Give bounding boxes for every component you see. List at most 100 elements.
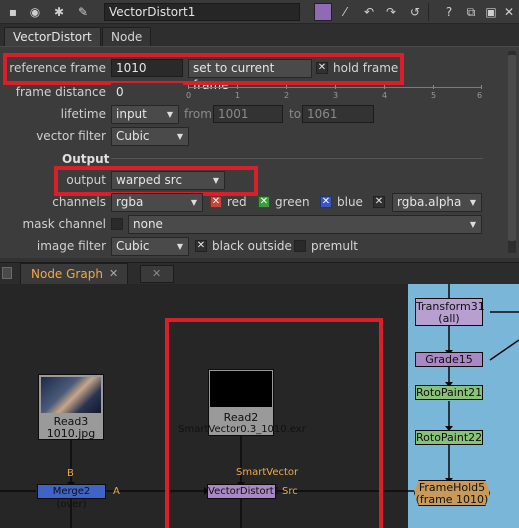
close-icon: ✕ xyxy=(152,267,162,280)
slash-icon[interactable]: ⁄ xyxy=(336,3,354,21)
float-icon[interactable]: ⧉ xyxy=(462,3,480,21)
lifetime-dropdown[interactable]: input ▼ xyxy=(111,105,179,124)
help-icon[interactable]: ? xyxy=(440,3,458,21)
hold-frame-checkbox[interactable]: ✕ xyxy=(316,62,328,74)
read3-thumbnail xyxy=(41,377,101,413)
node-rotopaint-22[interactable]: RotoPaint22 xyxy=(415,430,483,445)
mask-channel-dropdown[interactable]: none ▼ xyxy=(128,215,482,234)
pipe-right-in-2 xyxy=(489,339,519,361)
section-divider xyxy=(111,158,483,159)
image-filter-value: Cubic xyxy=(116,239,150,253)
slider-tick-label: 1 xyxy=(235,91,241,100)
red-channel-label: red xyxy=(227,195,247,209)
lifetime-label: lifetime xyxy=(60,107,106,121)
alpha-channel-checkbox[interactable]: ✕ xyxy=(373,196,385,208)
slider-tick xyxy=(433,85,434,89)
close-pane-button[interactable]: ✕ xyxy=(140,265,174,283)
node-framehold[interactable]: FrameHold5 (frame 1010) xyxy=(414,480,490,506)
chevron-down-icon: ▼ xyxy=(190,198,197,207)
black-outside-label: black outside xyxy=(212,239,292,253)
chevron-down-icon: ▼ xyxy=(212,176,219,185)
tab-node[interactable]: Node xyxy=(102,27,152,46)
red-channel-checkbox[interactable]: ✕ xyxy=(210,196,222,208)
hold-frame-label: hold frame xyxy=(333,61,399,75)
node-rotopaint-21[interactable]: RotoPaint21 xyxy=(415,385,483,400)
node-read2-label: Read2 xyxy=(223,411,259,424)
close-icon[interactable]: ✕ xyxy=(500,3,518,21)
node-graph-tab-label: Node Graph xyxy=(31,267,103,281)
pane-menu-icon[interactable] xyxy=(2,267,12,279)
slider-tick xyxy=(335,85,336,89)
image-filter-dropdown[interactable]: Cubic ▼ xyxy=(111,237,189,256)
bug-icon[interactable]: ✱ xyxy=(50,3,68,21)
nuke-window: ▪ ◉ ✱ ✎ VectorDistort1 ⁄ ↶ ↷ ↺ ? ⧉ ▣ ✕ V… xyxy=(0,0,519,528)
chevron-down-icon: ▼ xyxy=(176,242,183,251)
slider-tick-label: 3 xyxy=(333,91,339,100)
properties-tab-bar: VectorDistort Node xyxy=(0,24,519,46)
toggle-icon[interactable]: ◉ xyxy=(26,3,44,21)
color-swatch-icon[interactable] xyxy=(314,3,332,21)
node-grade[interactable]: Grade15 xyxy=(415,352,483,367)
blue-channel-checkbox[interactable]: ✕ xyxy=(320,196,332,208)
channels-dropdown[interactable]: rgba ▼ xyxy=(111,193,203,212)
slider-tick xyxy=(481,85,482,89)
edge-label-smartvector: SmartVector xyxy=(236,467,299,478)
node-graph-tab-bar: Node Graph ✕ ✕ xyxy=(0,262,519,285)
node-vectordistort[interactable]: VectorDistort1 xyxy=(207,484,280,499)
slider-tick-label: 6 xyxy=(477,91,483,100)
edge-label-a: A xyxy=(113,486,120,497)
node-transform[interactable]: Transform31 (all) xyxy=(415,298,485,326)
node-framehold-sublabel: (frame 1010) xyxy=(415,493,489,506)
green-channel-checkbox[interactable]: ✕ xyxy=(258,196,270,208)
node-read3[interactable]: Read3 1010.jpg xyxy=(38,374,104,440)
properties-scrollbar-thumb[interactable] xyxy=(508,55,516,241)
output-value: warped src xyxy=(116,173,183,187)
reference-frame-input[interactable]: 1010 xyxy=(111,59,183,77)
maximize-icon[interactable]: ▣ xyxy=(482,3,500,21)
edge-label-src: Src xyxy=(282,486,298,497)
undo-icon[interactable]: ↶ xyxy=(360,3,378,21)
black-outside-checkbox[interactable]: ✕ xyxy=(195,240,207,252)
slider-tick xyxy=(188,85,189,89)
output-dropdown[interactable]: warped src ▼ xyxy=(111,171,225,190)
lifetime-from-input[interactable]: 1001 xyxy=(213,105,283,123)
premult-checkbox[interactable] xyxy=(294,240,306,252)
vector-filter-value: Cubic xyxy=(116,129,150,143)
frame-distance-input[interactable]: 0 xyxy=(111,83,183,101)
wrench-icon[interactable]: ✎ xyxy=(74,3,92,21)
chevron-down-icon: ▼ xyxy=(469,198,476,207)
read2-thumbnail xyxy=(210,371,272,407)
close-tab-icon[interactable]: ✕ xyxy=(109,267,118,280)
node-graph-canvas[interactable]: Transform31 (all) Grade15 RotoPaint21 Ro… xyxy=(0,284,519,528)
mask-channel-label: mask channel xyxy=(22,217,106,231)
toolbar-divider xyxy=(428,3,429,21)
tab-vectordistort[interactable]: VectorDistort xyxy=(4,27,101,46)
reference-frame-label: reference frame xyxy=(9,61,106,75)
green-channel-label: green xyxy=(275,195,310,209)
premult-label: premult xyxy=(311,239,359,253)
frame-distance-label: frame distance xyxy=(15,85,106,99)
output-label: output xyxy=(66,173,106,187)
alpha-channel-dropdown[interactable]: rgba.alpha ▼ xyxy=(392,193,482,212)
lifetime-to-input[interactable]: 1061 xyxy=(302,105,374,123)
node-name-field[interactable]: VectorDistort1 xyxy=(104,3,300,21)
blue-channel-label: blue xyxy=(337,195,363,209)
edge-label-b: B xyxy=(67,468,74,479)
slider-tick xyxy=(286,85,287,89)
chevron-down-icon: ▼ xyxy=(166,110,173,119)
node-merge[interactable]: Merge2 (over) xyxy=(37,484,106,510)
tab-node-graph[interactable]: Node Graph ✕ xyxy=(20,263,128,285)
radio-icon[interactable]: ▪ xyxy=(4,3,22,21)
chevron-down-icon: ▼ xyxy=(469,220,476,229)
properties-panel: reference frame 1010 set to current fram… xyxy=(0,46,519,258)
slider-tick xyxy=(237,85,238,89)
properties-toolbar: ▪ ◉ ✱ ✎ VectorDistort1 ⁄ ↶ ↷ ↺ ? ⧉ ▣ ✕ xyxy=(0,0,519,24)
output-section-title: Output xyxy=(62,152,110,166)
slider-tick xyxy=(384,85,385,89)
vector-filter-dropdown[interactable]: Cubic ▼ xyxy=(111,127,189,146)
slider-tick-label: 5 xyxy=(431,91,437,100)
reset-icon[interactable]: ↺ xyxy=(406,3,424,21)
redo-icon[interactable]: ↷ xyxy=(382,3,400,21)
mask-channel-checkbox[interactable] xyxy=(111,218,123,230)
set-to-current-frame-button[interactable]: set to current frame xyxy=(188,59,312,92)
